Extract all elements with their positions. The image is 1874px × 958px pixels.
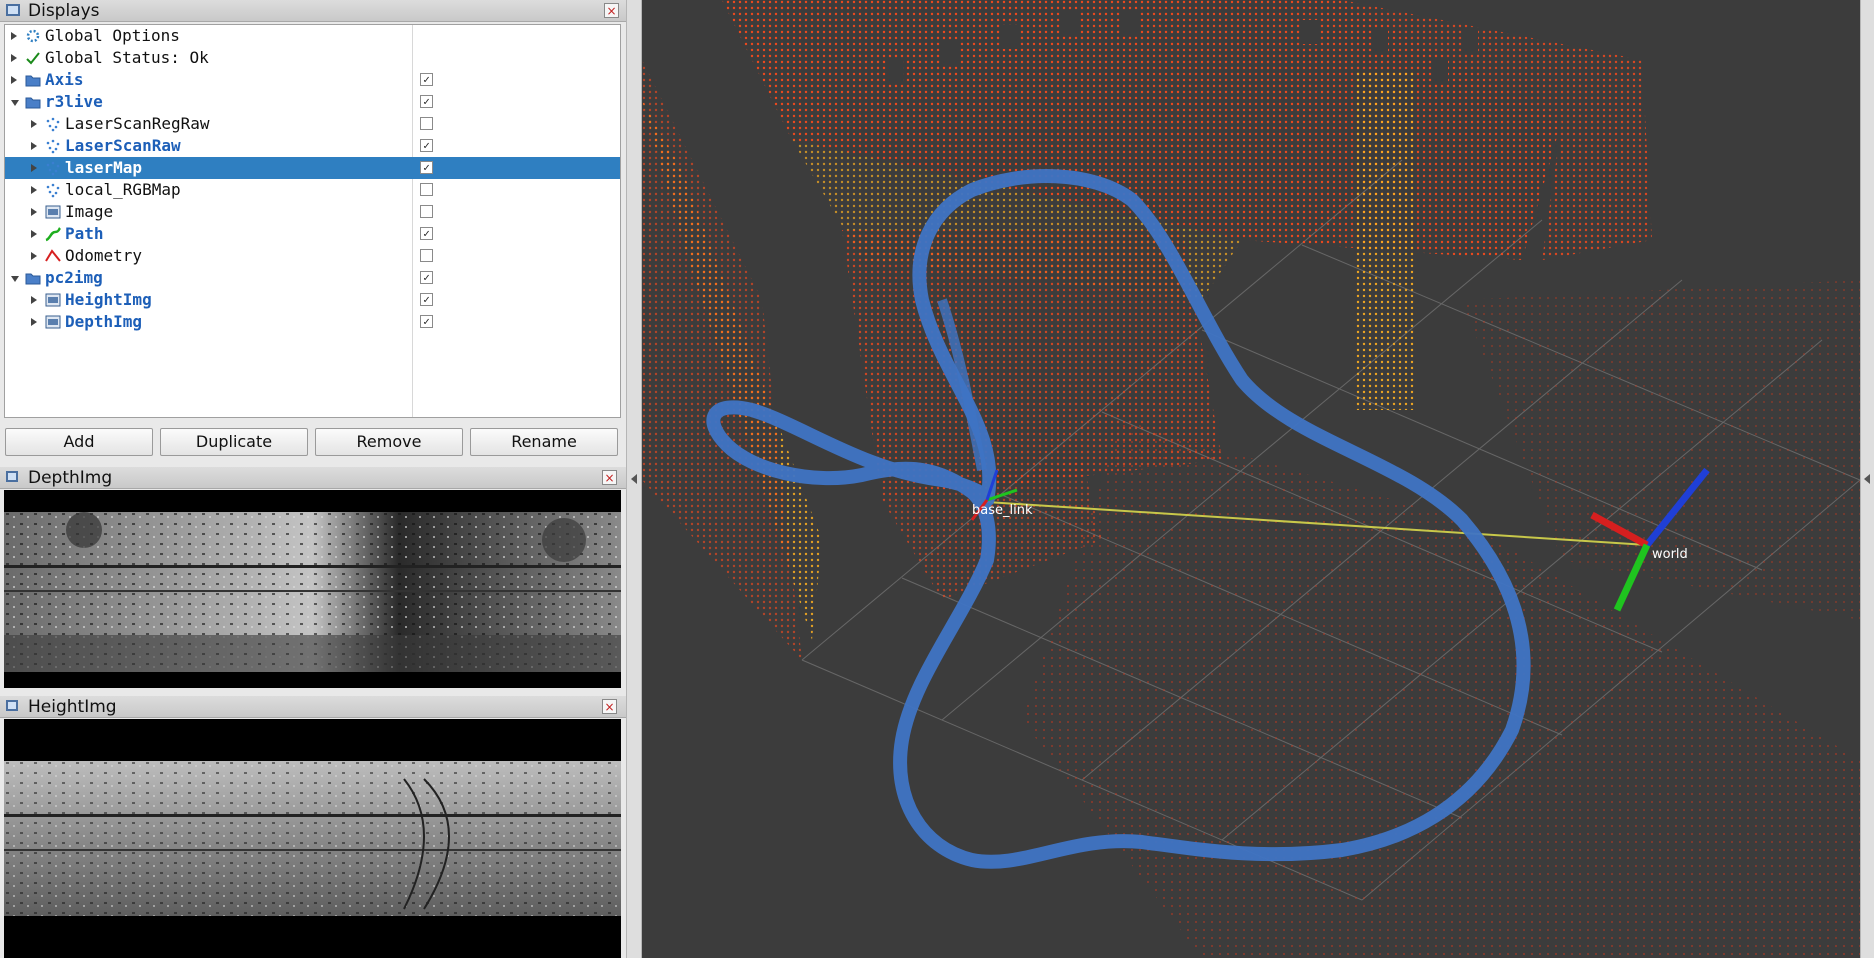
enable-checkbox[interactable] xyxy=(420,249,433,262)
tree-row-label: Axis xyxy=(45,70,84,89)
expand-closed-icon[interactable] xyxy=(31,318,37,326)
expand-open-icon[interactable] xyxy=(11,100,19,106)
pillar xyxy=(1354,70,1414,410)
right-splitter[interactable] xyxy=(1860,0,1874,958)
enable-checkbox[interactable]: ✓ xyxy=(420,161,433,174)
rename-button[interactable]: Rename xyxy=(470,428,618,456)
enable-checkbox[interactable] xyxy=(420,117,433,130)
enable-checkbox[interactable]: ✓ xyxy=(420,293,433,306)
world-frame-label: world xyxy=(1652,547,1688,562)
expand-closed-icon[interactable] xyxy=(11,32,17,40)
heightimg-panel-title: HeightImg × xyxy=(0,696,626,718)
tree-row-label: laserMap xyxy=(65,158,143,177)
depth-image-view xyxy=(4,490,621,688)
duplicate-button[interactable]: Duplicate xyxy=(160,428,308,456)
enable-checkbox[interactable]: ✓ xyxy=(420,271,433,284)
image-panel-icon xyxy=(6,471,18,482)
folder-icon xyxy=(25,270,41,286)
enable-checkbox[interactable]: ✓ xyxy=(420,227,433,240)
enable-checkbox[interactable] xyxy=(420,183,433,196)
pointcloud-icon xyxy=(45,160,61,176)
enable-checkbox[interactable]: ✓ xyxy=(420,315,433,328)
tree-row-label: pc2img xyxy=(45,268,103,287)
gear-icon xyxy=(25,28,41,44)
tree-row-pc2img[interactable]: pc2img ✓ xyxy=(5,267,620,289)
odometry-icon xyxy=(45,248,61,264)
tree-row-odometry[interactable]: Odometry xyxy=(5,245,620,267)
expand-closed-icon[interactable] xyxy=(11,54,17,62)
folder-icon xyxy=(25,72,41,88)
tree-row-lasermap[interactable]: laserMap ✓ xyxy=(5,157,620,179)
tree-row-depthimg[interactable]: DepthImg ✓ xyxy=(5,311,620,333)
expand-closed-icon[interactable] xyxy=(31,252,37,260)
heightimg-title-label: HeightImg xyxy=(28,697,117,717)
close-depthimg-button[interactable]: × xyxy=(602,470,617,485)
tree-row-heightimg[interactable]: HeightImg ✓ xyxy=(5,289,620,311)
tree-row-path[interactable]: Path ✓ xyxy=(5,223,620,245)
tree-row-label: local_RGBMap xyxy=(65,180,181,199)
enable-checkbox[interactable]: ✓ xyxy=(420,95,433,108)
depthimg-title-label: DepthImg xyxy=(28,468,113,488)
base-link-frame-label: base_link xyxy=(972,503,1033,518)
tree-row-label: DepthImg xyxy=(65,312,143,331)
tree-row-global-status-ok[interactable]: Global Status: Ok xyxy=(5,47,620,69)
displays-panel-title: Displays × xyxy=(0,0,626,22)
tree-row-laserscanregraw[interactable]: LaserScanRegRaw xyxy=(5,113,620,135)
tree-row-label: Image xyxy=(65,202,114,221)
tree-row-label: HeightImg xyxy=(65,290,152,309)
add-button[interactable]: Add xyxy=(5,428,153,456)
tree-row-label: Path xyxy=(65,224,104,243)
pointcloud-icon xyxy=(45,138,61,154)
height-image-view xyxy=(4,719,621,958)
tree-row-label: Global Status: Ok xyxy=(45,48,209,67)
tree-row-axis[interactable]: Axis ✓ xyxy=(5,69,620,91)
tree-row-laserscanraw[interactable]: LaserScanRaw ✓ xyxy=(5,135,620,157)
pointcloud-icon xyxy=(45,116,61,132)
scene-render: base_link world xyxy=(642,0,1860,958)
image-icon xyxy=(45,292,61,308)
tree-row-global-options[interactable]: Global Options xyxy=(5,25,620,47)
3d-viewport[interactable]: base_link world xyxy=(642,0,1860,958)
image-panel-icon xyxy=(6,700,18,711)
path-icon xyxy=(45,226,62,242)
close-heightimg-button[interactable]: × xyxy=(602,699,617,714)
depthimg-panel-title: DepthImg × xyxy=(0,467,626,489)
enable-checkbox[interactable]: ✓ xyxy=(420,139,433,152)
expand-closed-icon[interactable] xyxy=(31,186,37,194)
height-image xyxy=(4,761,621,916)
expand-closed-icon[interactable] xyxy=(31,296,37,304)
depth-image xyxy=(4,512,621,672)
expand-closed-icon[interactable] xyxy=(31,164,37,172)
image-icon xyxy=(45,204,61,220)
remove-button[interactable]: Remove xyxy=(315,428,463,456)
collapse-left-icon[interactable] xyxy=(631,474,637,484)
displays-title-label: Displays xyxy=(28,1,100,21)
expand-open-icon[interactable] xyxy=(11,276,19,282)
expand-closed-icon[interactable] xyxy=(31,208,37,216)
left-splitter[interactable] xyxy=(626,0,642,958)
tree-row-image[interactable]: Image xyxy=(5,201,620,223)
collapse-right-icon[interactable] xyxy=(1864,474,1870,484)
close-displays-button[interactable]: × xyxy=(604,3,619,18)
enable-checkbox[interactable]: ✓ xyxy=(420,73,433,86)
tree-row-label: LaserScanRegRaw xyxy=(65,114,210,133)
monitor-icon xyxy=(6,4,20,16)
expand-closed-icon[interactable] xyxy=(31,230,37,238)
tree-row-r3live[interactable]: r3live ✓ xyxy=(5,91,620,113)
tree-row-label: Odometry xyxy=(65,246,143,265)
displays-tree: Global Options Global Status: Ok Axis ✓ r3li… xyxy=(4,24,621,418)
expand-closed-icon[interactable] xyxy=(31,120,37,128)
enable-checkbox[interactable] xyxy=(420,205,433,218)
pointcloud-icon xyxy=(45,182,61,198)
expand-closed-icon[interactable] xyxy=(31,142,37,150)
expand-closed-icon[interactable] xyxy=(11,76,17,84)
tree-row-local-rgbmap[interactable]: local_RGBMap xyxy=(5,179,620,201)
checkmark-icon xyxy=(25,50,41,66)
tree-row-label: Global Options xyxy=(45,26,180,45)
folder-icon xyxy=(25,94,41,110)
tree-row-label: LaserScanRaw xyxy=(65,136,181,155)
left-dock: Displays × Global Options Global Status: … xyxy=(0,0,626,958)
tree-row-label: r3live xyxy=(45,92,103,111)
image-icon xyxy=(45,314,61,330)
